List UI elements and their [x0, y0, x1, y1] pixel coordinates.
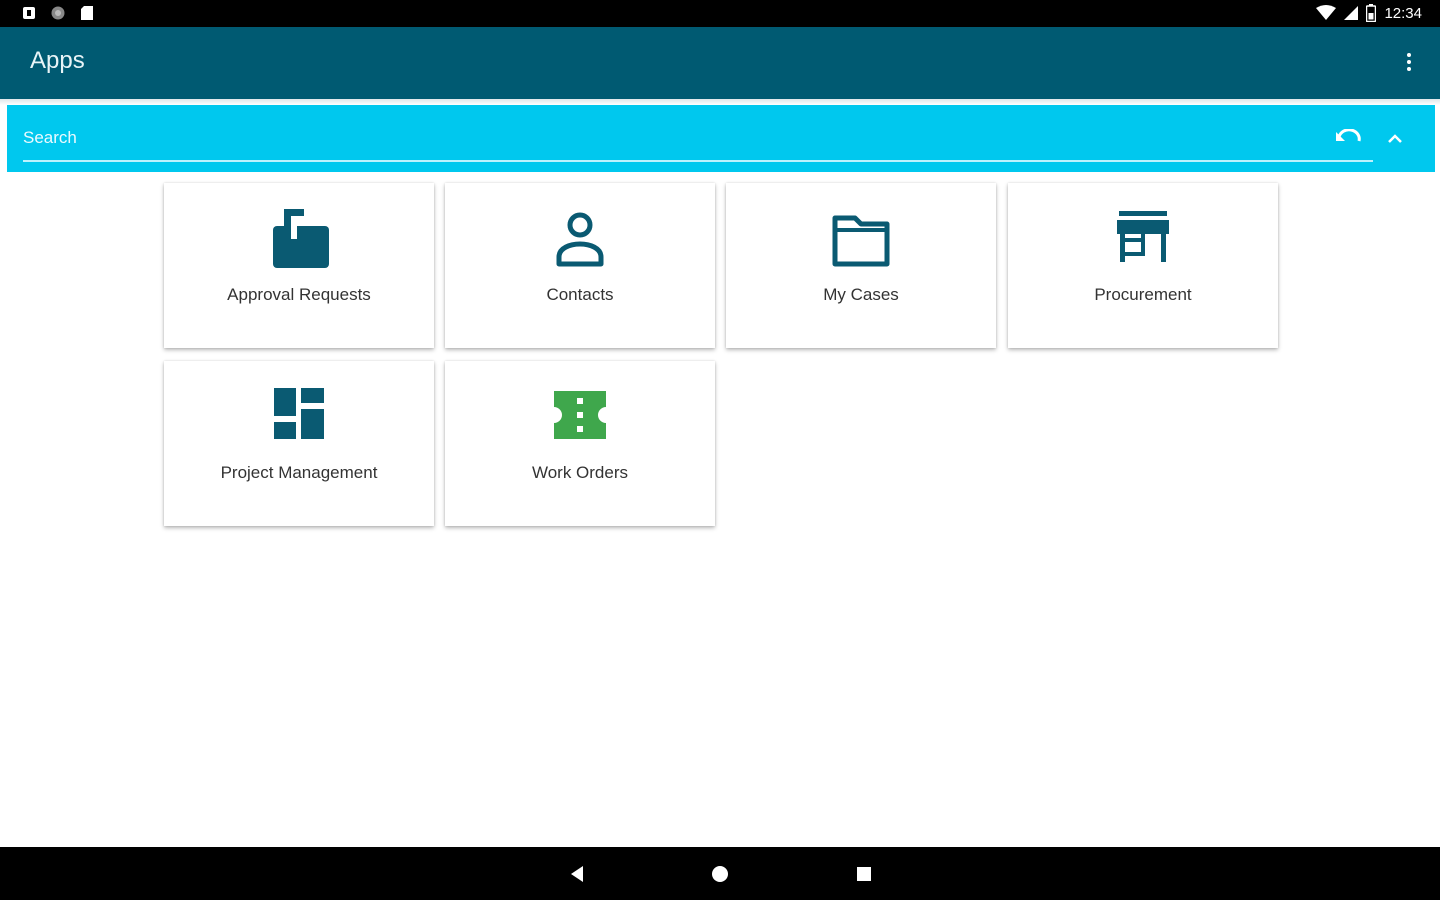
app-bar: Apps [0, 27, 1440, 99]
navigation-bar [0, 847, 1440, 900]
tile-label: Procurement [1094, 285, 1192, 304]
tile-project-management[interactable]: Project Management [164, 361, 434, 526]
dashboard-icon [274, 388, 324, 439]
tile-label: My Cases [823, 285, 899, 304]
battery-icon [1366, 4, 1377, 22]
notification-icon [23, 7, 35, 19]
status-system: 12:34 [1316, 4, 1422, 22]
tile-label: Contacts [546, 285, 614, 304]
person-icon [556, 212, 604, 267]
search-underline [23, 160, 1373, 162]
sd-card-icon [81, 6, 93, 20]
mailbox-icon [273, 209, 329, 268]
search-bar [7, 105, 1435, 172]
clock: 12:34 [1384, 4, 1422, 22]
status-bar: 12:34 [0, 0, 1440, 27]
store-icon [1117, 211, 1169, 262]
tile-contacts[interactable]: Contacts [445, 183, 715, 348]
folder-icon [832, 215, 890, 267]
tile-approval-requests[interactable]: Approval Requests [164, 183, 434, 348]
more-vert-icon[interactable] [1404, 51, 1414, 75]
home-icon[interactable] [709, 863, 731, 885]
tile-work-orders[interactable]: Work Orders [445, 361, 715, 526]
back-icon[interactable] [566, 863, 588, 885]
page-title: Apps [30, 47, 85, 74]
tile-procurement[interactable]: Procurement [1008, 183, 1278, 348]
signal-icon [1344, 6, 1359, 20]
wifi-icon [1316, 5, 1337, 20]
search-input[interactable] [23, 125, 1373, 151]
status-notifications [22, 5, 94, 21]
sync-icon [51, 6, 65, 20]
tile-my-cases[interactable]: My Cases [726, 183, 996, 348]
tile-label: Work Orders [531, 463, 629, 482]
undo-icon[interactable] [1335, 129, 1363, 149]
chevron-up-icon[interactable] [1385, 129, 1405, 149]
tile-label: Approval Requests [227, 285, 371, 304]
recents-icon[interactable] [853, 863, 875, 885]
ticket-icon [554, 391, 606, 439]
tile-label: Project Management [220, 463, 378, 482]
